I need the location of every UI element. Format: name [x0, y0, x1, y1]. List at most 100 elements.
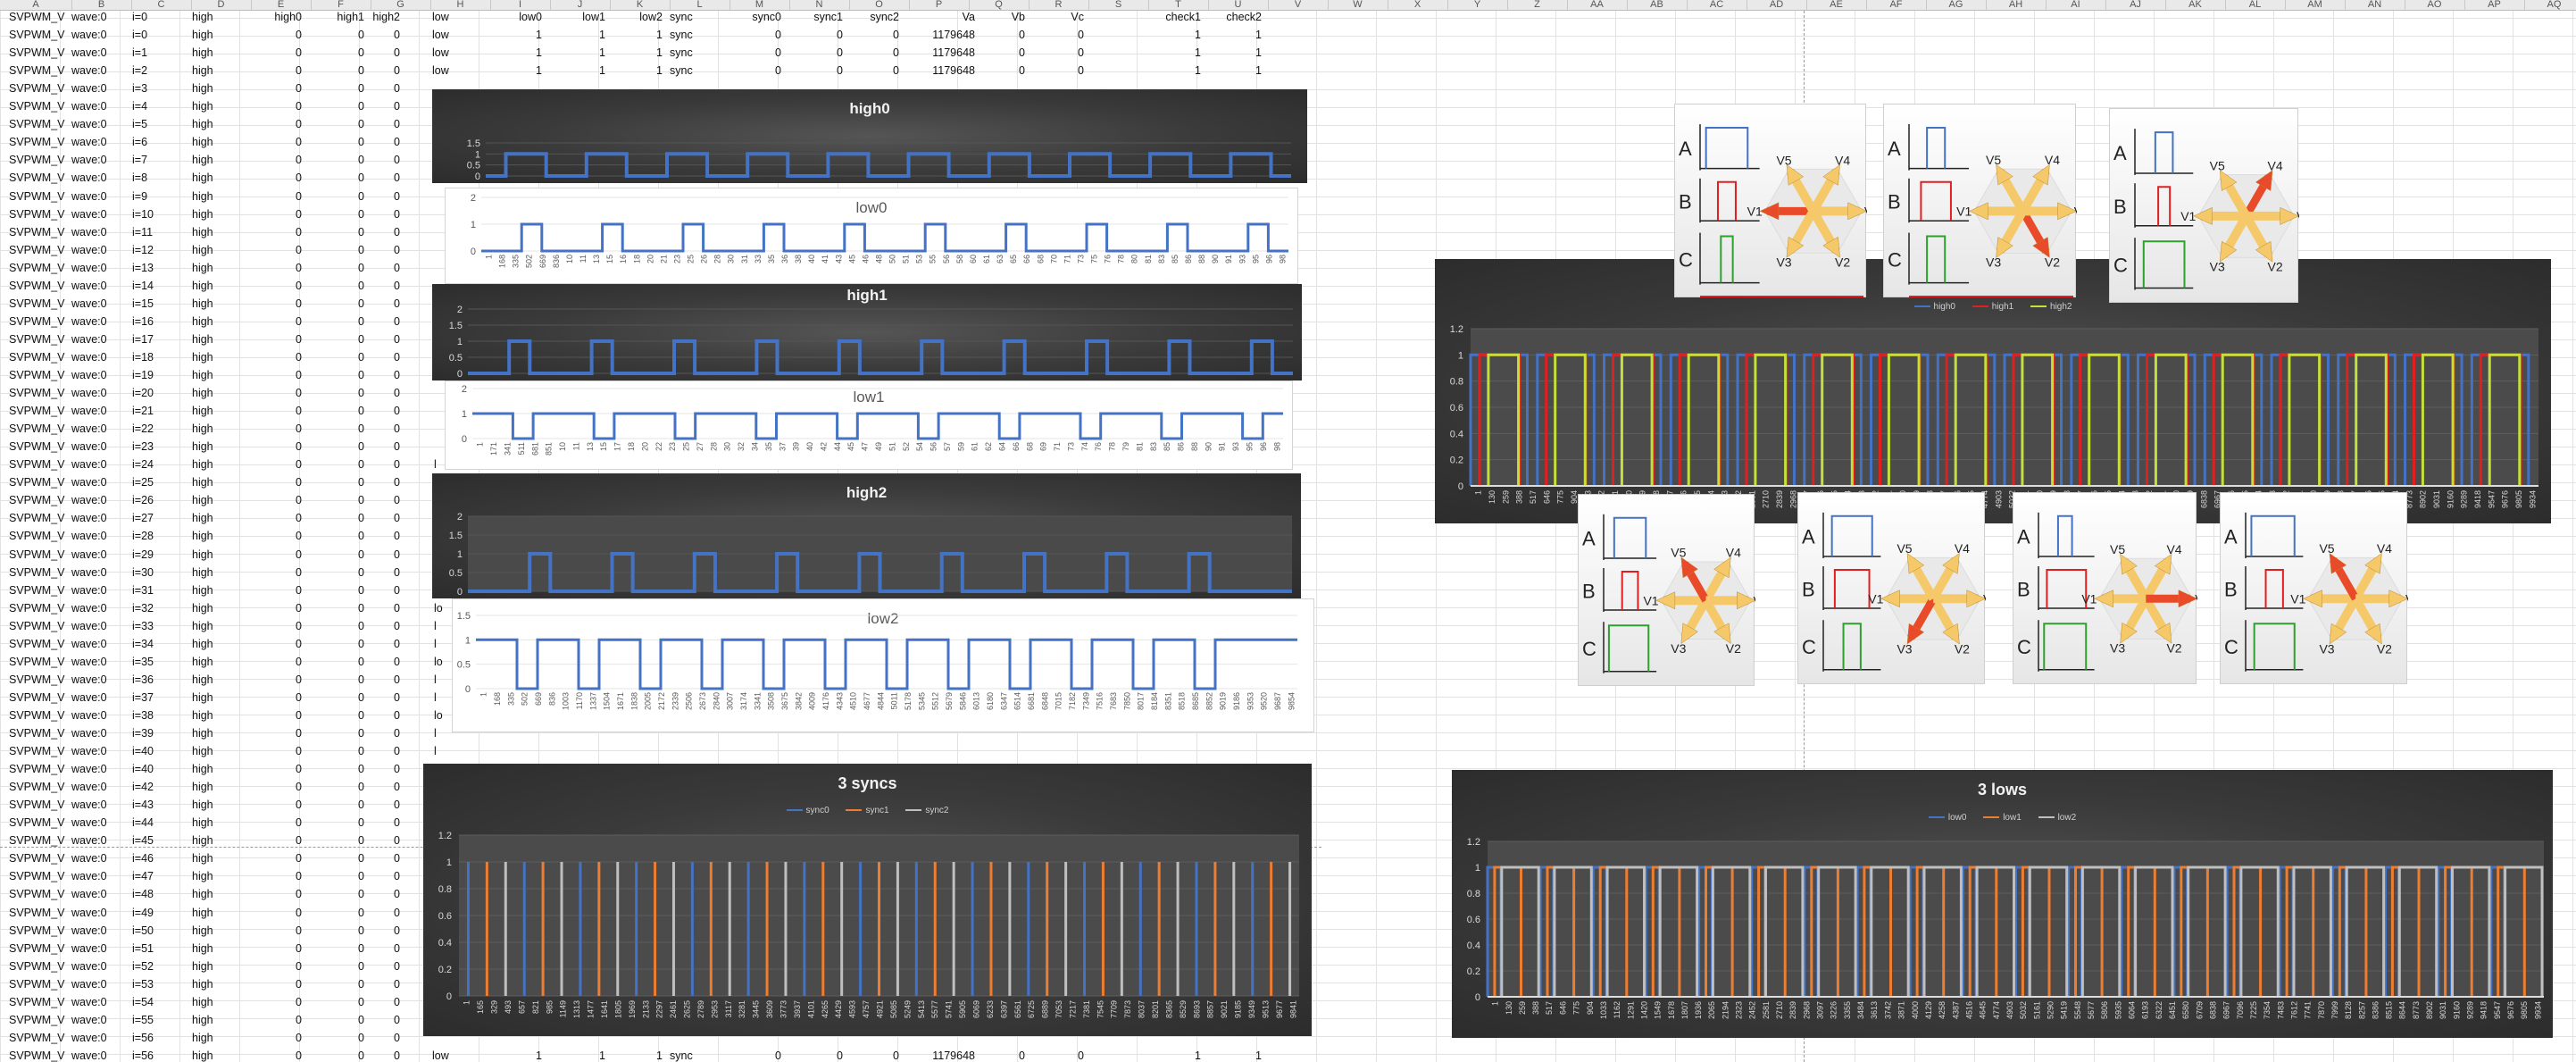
row-cell-b[interactable]: wave:0: [71, 942, 130, 955]
row-cell-b[interactable]: wave:0: [71, 387, 130, 399]
row-cell-a[interactable]: SVPWM_V: [9, 333, 70, 346]
row-cell-index[interactable]: i=29: [132, 548, 191, 561]
column-header-h[interactable]: H: [430, 0, 491, 10]
row-cell-index[interactable]: i=20: [132, 387, 191, 399]
row-cell[interactable]: 1: [493, 64, 542, 77]
chart-3-highs[interactable]: high0 high1 high2 1.2 1 0.8 0.6 0.4 0.2 0 1 130 2…: [1435, 259, 2551, 523]
row-cell-index[interactable]: i=21: [132, 405, 191, 417]
row-cell[interactable]: 0: [850, 1049, 899, 1062]
row-cell-low-partial[interactable]: l: [434, 691, 437, 704]
row-cell-low-partial[interactable]: lo: [434, 656, 443, 668]
column-header-m[interactable]: M: [729, 0, 790, 10]
row-cell-index[interactable]: i=40: [132, 745, 191, 757]
header-cell[interactable]: check1: [1152, 11, 1201, 23]
row-cell-a[interactable]: SVPWM_V: [9, 960, 70, 973]
row-cell-zero[interactable]: 0: [313, 888, 364, 900]
row-cell-index[interactable]: i=23: [132, 440, 191, 453]
row-cell-zero[interactable]: 0: [371, 82, 400, 95]
row-cell[interactable]: 0: [971, 29, 1025, 41]
row-cell-a[interactable]: SVPWM_V: [9, 297, 70, 310]
row-cell-zero[interactable]: 0: [253, 960, 302, 973]
row-cell-zero[interactable]: 0: [313, 978, 364, 991]
column-header-n[interactable]: N: [789, 0, 850, 10]
row-cell[interactable]: i=56: [132, 1049, 191, 1062]
header-cell[interactable]: sync1: [791, 11, 843, 23]
row-cell-d[interactable]: high: [192, 548, 251, 561]
row-cell-zero[interactable]: 0: [371, 924, 400, 937]
row-cell-a[interactable]: SVPWM_V: [9, 781, 70, 793]
row-cell-zero[interactable]: 0: [253, 907, 302, 919]
row-cell-zero[interactable]: 0: [371, 620, 400, 632]
row-cell-b[interactable]: wave:0: [71, 745, 130, 757]
row-cell-zero[interactable]: 0: [253, 82, 302, 95]
row-cell-d[interactable]: high: [192, 691, 251, 704]
row-cell-low-partial[interactable]: l: [434, 727, 437, 740]
row-cell-zero[interactable]: 0: [371, 369, 400, 381]
row-cell-a[interactable]: SVPWM_V: [9, 996, 70, 1008]
row-cell-zero[interactable]: 0: [253, 405, 302, 417]
row-cell[interactable]: low: [432, 29, 491, 41]
row-cell-a[interactable]: SVPWM_V: [9, 154, 70, 166]
row-cell-zero[interactable]: 0: [371, 171, 400, 184]
row-cell-index[interactable]: i=11: [132, 226, 191, 238]
column-header-e[interactable]: E: [251, 0, 312, 10]
column-header-o[interactable]: O: [849, 0, 910, 10]
row-cell-a[interactable]: SVPWM_V: [9, 584, 70, 597]
row-cell[interactable]: 0: [1032, 29, 1084, 41]
row-cell-a[interactable]: SVPWM_V: [9, 888, 70, 900]
row-cell-b[interactable]: wave:0: [71, 691, 130, 704]
row-cell[interactable]: low: [432, 1049, 491, 1062]
row-cell-d[interactable]: high: [192, 100, 251, 113]
row-cell[interactable]: high: [192, 46, 251, 59]
row-cell-b[interactable]: wave:0: [71, 369, 130, 381]
row-cell-a[interactable]: SVPWM_V: [9, 745, 70, 757]
row-cell-a[interactable]: SVPWM_V: [9, 351, 70, 364]
row-cell-index[interactable]: i=14: [132, 280, 191, 292]
row-cell-low-partial[interactable]: l: [434, 638, 437, 650]
column-header-ae[interactable]: AE: [1806, 0, 1867, 10]
column-header-ai[interactable]: AI: [2046, 0, 2106, 10]
row-cell-zero[interactable]: 0: [371, 960, 400, 973]
row-cell-a[interactable]: SVPWM_V: [9, 816, 70, 829]
row-cell-index[interactable]: i=10: [132, 208, 191, 221]
row-cell-d[interactable]: high: [192, 530, 251, 542]
header-cell[interactable]: sync2: [850, 11, 899, 23]
row-cell[interactable]: 0: [253, 64, 302, 77]
row-cell[interactable]: 0: [371, 46, 400, 59]
row-cell-a[interactable]: SVPWM_V: [9, 907, 70, 919]
header-cell[interactable]: high: [192, 11, 251, 23]
row-cell-b[interactable]: wave:0: [71, 244, 130, 256]
row-cell-zero[interactable]: 0: [253, 333, 302, 346]
row-cell-b[interactable]: wave:0: [71, 280, 130, 292]
row-cell-index[interactable]: i=34: [132, 638, 191, 650]
row-cell-zero[interactable]: 0: [253, 226, 302, 238]
column-header-aq[interactable]: AQ: [2524, 0, 2576, 10]
row-cell-zero[interactable]: 0: [313, 476, 364, 489]
column-header-am[interactable]: AM: [2285, 0, 2346, 10]
row-cell-a[interactable]: SVPWM_V: [9, 566, 70, 579]
row-cell[interactable]: 0: [850, 46, 899, 59]
row-cell-index[interactable]: i=33: [132, 620, 191, 632]
row-cell-zero[interactable]: 0: [253, 351, 302, 364]
row-cell[interactable]: 0: [971, 1049, 1025, 1062]
column-header-af[interactable]: AF: [1866, 0, 1927, 10]
row-cell-b[interactable]: wave:0: [71, 405, 130, 417]
row-cell-zero[interactable]: 0: [371, 190, 400, 203]
row-cell-zero[interactable]: 0: [371, 584, 400, 597]
row-cell-d[interactable]: high: [192, 280, 251, 292]
row-cell-zero[interactable]: 0: [253, 154, 302, 166]
row-cell-d[interactable]: high: [192, 494, 251, 506]
row-cell-zero[interactable]: 0: [371, 566, 400, 579]
row-cell-d[interactable]: high: [192, 512, 251, 524]
row-cell[interactable]: i=2: [132, 64, 191, 77]
column-header-ak[interactable]: AK: [2165, 0, 2226, 10]
row-cell-zero[interactable]: 0: [253, 691, 302, 704]
row-cell-d[interactable]: high: [192, 924, 251, 937]
row-cell-zero[interactable]: 0: [313, 262, 364, 274]
column-header-a[interactable]: A: [0, 0, 72, 10]
row-cell[interactable]: i=1: [132, 46, 191, 59]
row-cell-low-partial[interactable]: l: [434, 620, 437, 632]
row-cell[interactable]: 1: [1213, 64, 1262, 77]
header-cell[interactable]: wave:0: [71, 11, 130, 23]
row-cell-zero[interactable]: 0: [313, 924, 364, 937]
